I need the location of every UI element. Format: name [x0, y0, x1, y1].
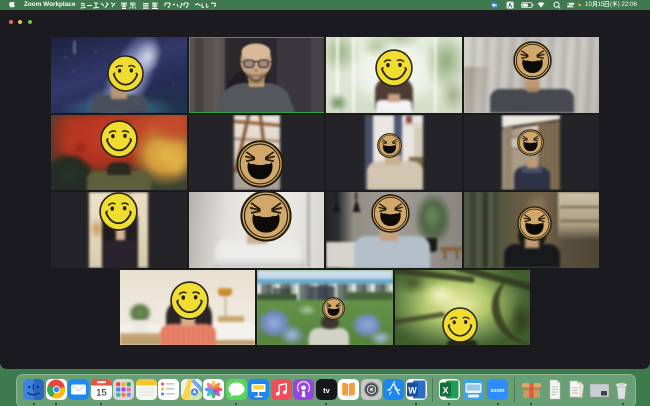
- svg-text:X: X: [442, 386, 448, 396]
- svg-text:15: 15: [96, 388, 107, 399]
- svg-text:tv: tv: [323, 386, 330, 395]
- svg-text:W: W: [408, 386, 417, 396]
- svg-text:A: A: [508, 3, 513, 9]
- svg-text:zoom: zoom: [490, 388, 504, 394]
